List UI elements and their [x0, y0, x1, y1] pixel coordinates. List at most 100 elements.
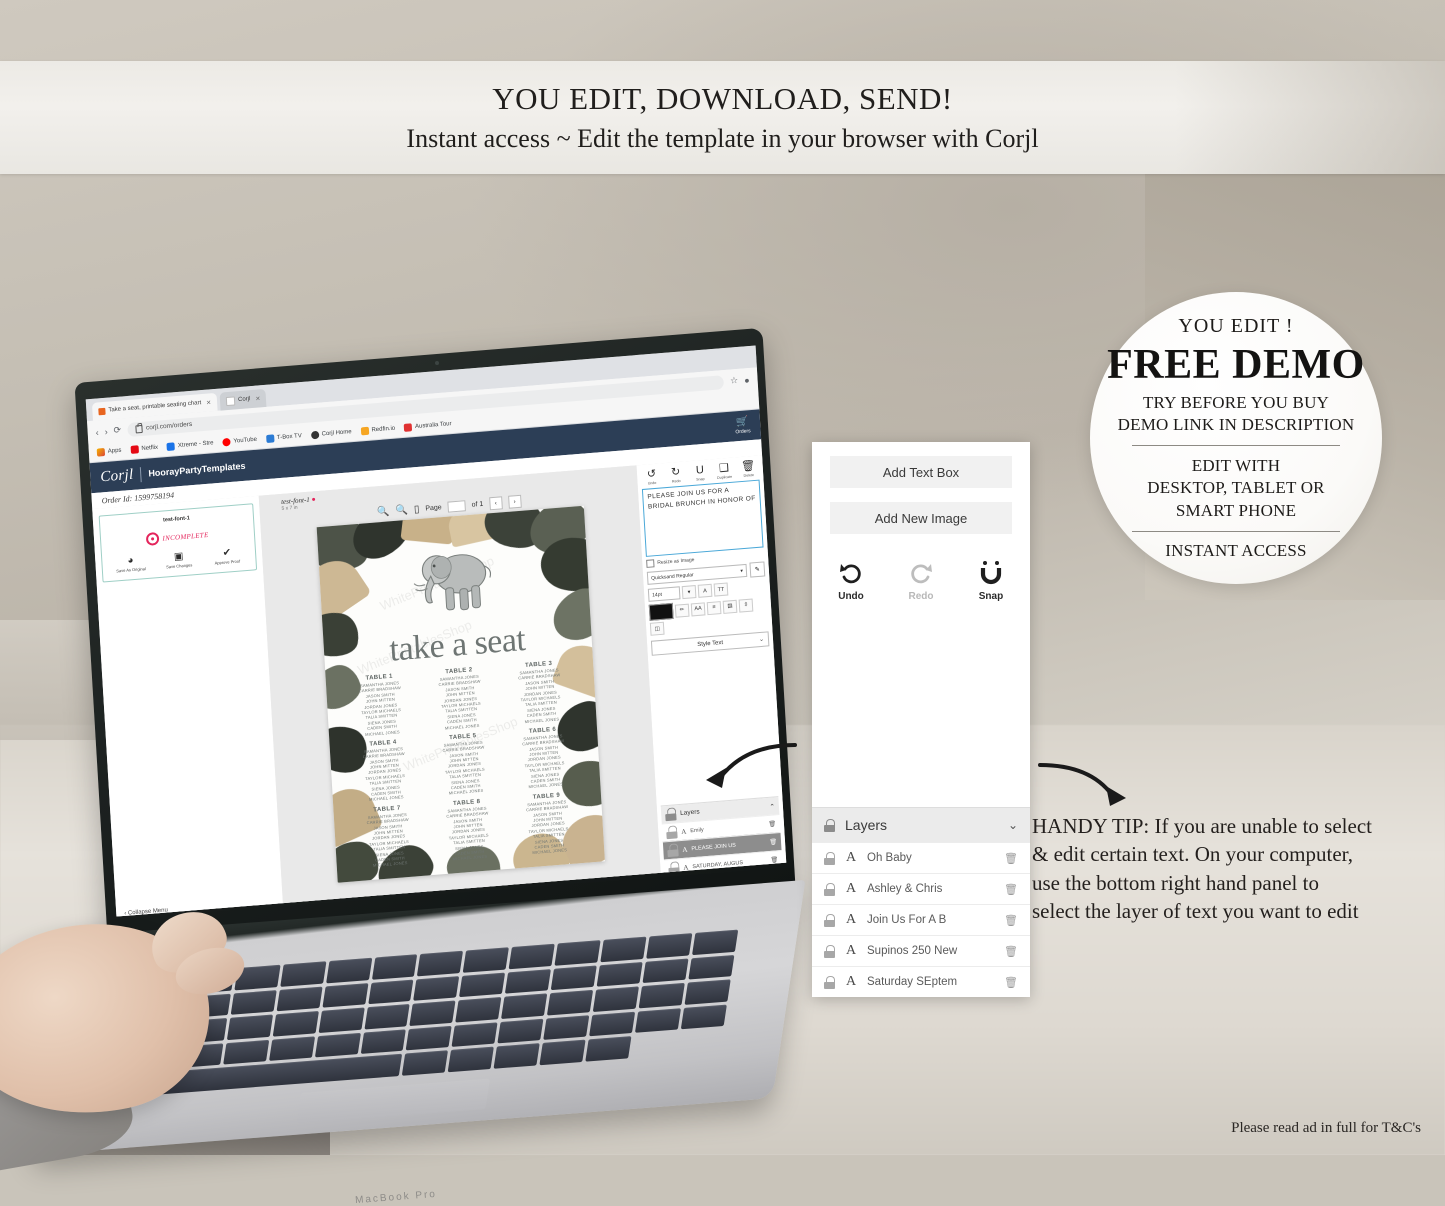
table-block: TABLE 2 SAMANTHA JONES CARRIE BRADSHAW JA… [438, 667, 481, 731]
trash-icon[interactable]: 🗑 [1004, 945, 1018, 958]
bookmark-item[interactable]: Netflix [130, 444, 158, 454]
lock-icon[interactable] [824, 818, 835, 832]
letter-spacing-icon[interactable]: AA [690, 601, 706, 616]
snap-magnet-icon: U [695, 464, 705, 477]
lock-icon[interactable] [824, 882, 835, 896]
bookmark-item[interactable]: YouTube [222, 436, 257, 447]
chevron-down-icon: ⌄ [758, 636, 765, 644]
undo-button[interactable]: ↺ Undo [641, 467, 663, 486]
lock-icon[interactable] [666, 825, 678, 840]
bookmark-item[interactable]: Redfin.io [360, 425, 395, 436]
curve-text-icon[interactable]: ◫ [649, 621, 665, 636]
laptop-model-label: MacBook Pro [354, 1188, 438, 1206]
tab-close-icon[interactable]: ✕ [255, 395, 260, 402]
trash-icon[interactable]: 🗑 [770, 856, 778, 864]
redo-button[interactable]: ↻ Redo [665, 465, 687, 484]
favicon-icon [225, 395, 236, 406]
lock-icon[interactable] [824, 851, 835, 865]
chevron-up-icon[interactable]: ⌃ [769, 802, 775, 810]
approve-proof-button[interactable]: ✔ Approve Proof [212, 547, 243, 566]
chevron-down-icon[interactable]: ▾ [681, 585, 697, 600]
text-layer-icon: A [845, 850, 857, 865]
forward-icon[interactable]: › [104, 426, 108, 436]
banner-shadow [1175, 61, 1445, 174]
orders-button[interactable]: 🛒 Orders [735, 416, 751, 435]
tip-line-1: HANDY TIP: If you are unable to select [1032, 814, 1372, 838]
eyedropper-button[interactable]: ✎ [749, 561, 766, 578]
layer-item[interactable]: A Supinos 250 New 🗑 [812, 935, 1030, 966]
layer-item[interactable]: A Ashley & Chris 🗑 [812, 873, 1030, 904]
banner-title: YOU EDIT, DOWNLOAD, SEND! [492, 80, 953, 116]
bookmark-item[interactable]: Corjl Home [310, 428, 352, 440]
reload-icon[interactable]: ⟳ [113, 425, 121, 437]
chevron-down-icon: ▾ [740, 567, 744, 574]
star-icon[interactable]: ☆ [730, 375, 739, 387]
badge-eyebrow: YOU EDIT ! [1178, 314, 1294, 337]
font-size-select[interactable]: 14pt [647, 586, 681, 602]
corjl-tools-panel: Add Text Box Add New Image Undo Redo Sna… [812, 442, 1030, 997]
badge-sub1: TRY BEFORE YOU BUY [1142, 392, 1330, 412]
tab-close-icon[interactable]: ✕ [206, 399, 211, 406]
lock-icon[interactable] [824, 913, 835, 927]
text-color-swatch[interactable] [648, 602, 674, 621]
text-layer-icon: A [845, 943, 857, 958]
page-input[interactable] [447, 500, 466, 513]
laptop-screen: Take a seat, printable seating chart ✕ C… [85, 345, 787, 917]
browser-tab-inactive[interactable]: Corjl ✕ [219, 388, 267, 411]
layer-item[interactable]: A Oh Baby 🗑 [812, 842, 1030, 873]
layer-item[interactable]: A Saturday SEptem 🗑 [812, 966, 1030, 997]
save-icon: ▣ [173, 551, 184, 563]
design-thumb-card[interactable]: test-font-1 INCOMPLETE ◕ Save As Origina… [98, 503, 258, 583]
trash-icon[interactable]: 🗑 [768, 820, 776, 828]
bookmark-item[interactable]: Apps [96, 447, 122, 457]
redo-button[interactable]: Redo [901, 560, 941, 602]
lock-icon[interactable] [824, 975, 835, 989]
lock-icon[interactable] [667, 843, 679, 858]
text-edit-field[interactable]: PLEASE JOIN US FOR A BRIDAL BRUNCH IN HO… [641, 479, 764, 557]
next-page-icon[interactable]: › [507, 494, 522, 509]
delete-button[interactable]: 🗑 Delete [737, 460, 759, 479]
snap-button[interactable]: U Snap [689, 463, 711, 482]
trash-icon[interactable]: 🗑 [1004, 914, 1018, 927]
text-layer-icon: A [845, 881, 857, 896]
table-block: TABLE 7 SAMANTHA JONES CARRIE BRADSHAW JA… [366, 805, 410, 869]
fill-color-icon[interactable]: ✏ [674, 603, 690, 618]
zoom-out-icon[interactable]: 🔍 [395, 505, 408, 517]
decrease-size-icon[interactable]: A [697, 583, 713, 598]
duplicate-button[interactable]: ❏ Duplicate [713, 462, 735, 481]
add-new-image-button[interactable]: Add New Image [830, 502, 1012, 534]
snap-button[interactable]: Snap [971, 560, 1011, 602]
bookmark-item[interactable]: Australia Tour [403, 420, 452, 432]
profile-icon[interactable]: ● [744, 375, 750, 385]
bookmark-item[interactable]: T-Box TV [265, 432, 302, 444]
chevron-down-icon[interactable]: ⌄ [1008, 818, 1018, 833]
align-icon[interactable]: ▤ [722, 599, 738, 614]
tip-line-3: use the bottom right hand panel to [1032, 870, 1319, 895]
increase-size-icon[interactable]: TT [713, 582, 729, 597]
zoom-in-icon[interactable]: 🔍 [377, 506, 390, 518]
save-as-original-button[interactable]: ◕ Save As Original [115, 555, 146, 574]
add-text-box-button[interactable]: Add Text Box [830, 456, 1012, 488]
line-height-icon[interactable]: ≡ [706, 600, 722, 615]
fit-icon[interactable]: ▯ [414, 504, 420, 515]
undo-button[interactable]: Undo [831, 560, 871, 602]
vertical-align-icon[interactable]: ⇳ [738, 598, 754, 613]
bookmark-item[interactable]: Xtreme - Stre [166, 439, 214, 451]
back-icon[interactable]: ‹ [95, 427, 99, 437]
status-badge: INCOMPLETE [105, 525, 250, 550]
trash-icon[interactable]: 🗑 [769, 838, 777, 846]
lock-icon [134, 424, 143, 433]
layers-header[interactable]: Layers ⌄ [812, 807, 1030, 842]
layer-item[interactable]: A Join Us For A B 🗑 [812, 904, 1030, 935]
design-artwork[interactable]: WhitePrintablesShop WhitePrintablesShop … [316, 505, 605, 883]
trash-icon[interactable]: 🗑 [1004, 883, 1018, 896]
badge-sub2: DEMO LINK IN DESCRIPTION [1117, 414, 1355, 434]
canvas-title: test-font-1 ● [280, 495, 317, 507]
lock-icon[interactable] [824, 944, 835, 958]
style-text-accordion[interactable]: Style Text ⌄ [650, 631, 770, 656]
trash-icon[interactable]: 🗑 [1004, 852, 1018, 865]
prev-page-icon[interactable]: ‹ [488, 496, 503, 511]
badge-devices-2: SMART PHONE [1175, 500, 1297, 520]
trash-icon[interactable]: 🗑 [1004, 976, 1018, 989]
save-changes-button[interactable]: ▣ Save Changes [163, 551, 194, 570]
